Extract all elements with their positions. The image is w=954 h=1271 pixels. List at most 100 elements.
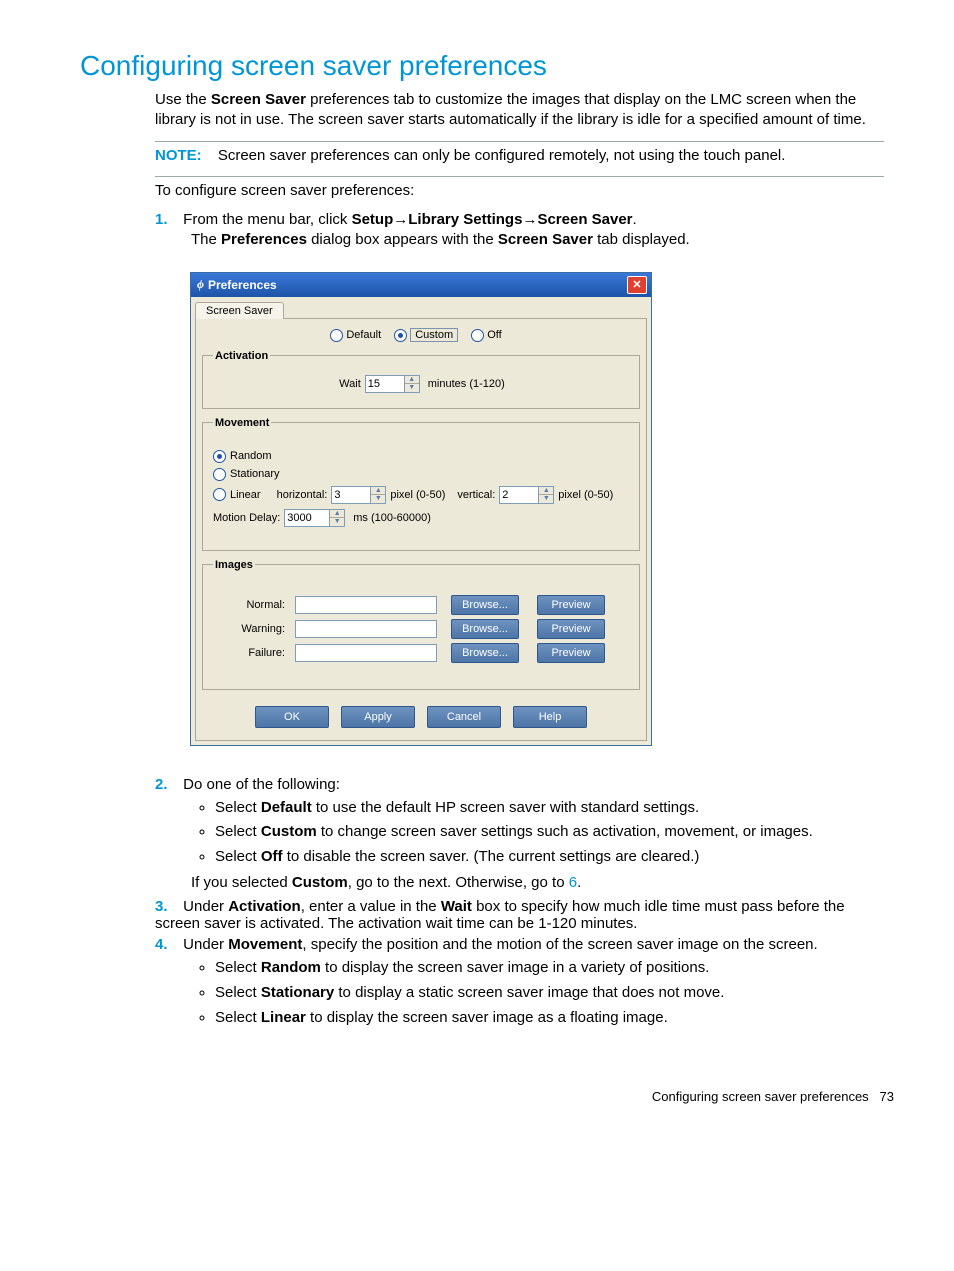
preview-failure-button[interactable]: Preview: [537, 643, 605, 663]
list-item: Select Linear to display the screen save…: [215, 1007, 884, 1029]
step-number: 1.: [155, 211, 179, 228]
preferences-dialog: ϕ Preferences ✕ Screen Saver Default Cus…: [190, 272, 652, 746]
close-icon[interactable]: ✕: [627, 276, 647, 294]
vertical-label: vertical:: [457, 489, 495, 501]
text: to change screen saver settings such as …: [317, 823, 813, 840]
list-item: Select Default to use the default HP scr…: [215, 797, 884, 819]
preview-warning-button[interactable]: Preview: [537, 619, 605, 639]
spin-down-icon[interactable]: ▼: [330, 518, 344, 526]
failure-label: Failure:: [213, 647, 289, 659]
text: The: [191, 231, 221, 248]
spin-down-icon[interactable]: ▼: [371, 495, 385, 503]
text-bold: Preferences: [221, 231, 307, 248]
radio-linear-label[interactable]: Linear: [230, 489, 261, 501]
text-bold: Linear: [261, 1009, 306, 1026]
images-legend: Images: [213, 559, 255, 571]
text-bold: Activation: [228, 898, 301, 915]
footer-section: Configuring screen saver preferences: [652, 1089, 869, 1104]
text: tab displayed.: [593, 231, 690, 248]
radio-random[interactable]: [213, 450, 226, 463]
vertical-spinner[interactable]: ▲▼: [499, 486, 554, 504]
text: Under: [183, 936, 228, 953]
radio-custom[interactable]: [394, 329, 407, 342]
radio-default[interactable]: [330, 329, 343, 342]
list-item: Select Custom to change screen saver set…: [215, 821, 884, 843]
text: From the menu bar, click: [183, 211, 351, 228]
text: dialog box appears with the: [307, 231, 498, 248]
text: to disable the screen saver. (The curren…: [283, 848, 700, 865]
text-bold: Stationary: [261, 984, 334, 1001]
pixel-range-b: pixel (0-50): [558, 489, 613, 501]
text: Do one of the following:: [183, 776, 340, 793]
spin-up-icon[interactable]: ▲: [405, 376, 419, 385]
text: to display a static screen saver image t…: [334, 984, 724, 1001]
text: to display the screen saver image in a v…: [321, 959, 710, 976]
tab-screen-saver[interactable]: Screen Saver: [195, 302, 284, 319]
radio-custom-label[interactable]: Custom: [410, 328, 458, 342]
browse-failure-button[interactable]: Browse...: [451, 643, 519, 663]
text: Select: [215, 823, 261, 840]
help-button[interactable]: Help: [513, 706, 587, 728]
mode-row: Default Custom Off: [202, 325, 640, 350]
spin-up-icon[interactable]: ▲: [371, 487, 385, 496]
dialog-titlebar[interactable]: ϕ Preferences ✕: [191, 273, 651, 297]
footer-page-number: 73: [880, 1089, 894, 1104]
horizontal-spinner[interactable]: ▲▼: [331, 486, 386, 504]
spin-up-icon[interactable]: ▲: [330, 510, 344, 519]
text-bold: Random: [261, 959, 321, 976]
ok-button[interactable]: OK: [255, 706, 329, 728]
wait-input[interactable]: [365, 375, 405, 393]
radio-default-label[interactable]: Default: [346, 329, 381, 341]
dialog-title: Preferences: [208, 278, 277, 292]
text: .: [633, 211, 637, 228]
wait-label: Wait: [339, 378, 361, 390]
wait-spinner[interactable]: ▲▼: [365, 375, 420, 393]
motion-delay-units: ms (100-60000): [353, 512, 431, 524]
text-bold: Screen Saver: [537, 211, 632, 228]
radio-random-label[interactable]: Random: [230, 450, 272, 462]
radio-off[interactable]: [471, 329, 484, 342]
failure-path-input[interactable]: [295, 644, 437, 662]
note-label: NOTE:: [155, 147, 202, 164]
page-footer: Configuring screen saver preferences 73: [60, 1089, 894, 1104]
step-3: 3. Under Activation, enter a value in th…: [155, 898, 884, 932]
wait-units: minutes (1-120): [428, 378, 505, 390]
horizontal-input[interactable]: [331, 486, 371, 504]
activation-legend: Activation: [213, 350, 270, 362]
radio-stationary[interactable]: [213, 468, 226, 481]
app-icon: ϕ: [197, 277, 204, 292]
spin-down-icon[interactable]: ▼: [405, 384, 419, 392]
browse-normal-button[interactable]: Browse...: [451, 595, 519, 615]
arrow-icon: →: [522, 212, 537, 228]
apply-button[interactable]: Apply: [341, 706, 415, 728]
note-block: NOTE: Screen saver preferences can only …: [155, 146, 884, 166]
text-bold: Off: [261, 848, 283, 865]
motion-delay-input[interactable]: [284, 509, 330, 527]
spin-down-icon[interactable]: ▼: [539, 495, 553, 503]
movement-legend: Movement: [213, 417, 271, 429]
text-bold: Custom: [261, 823, 317, 840]
motion-delay-spinner[interactable]: ▲▼: [284, 509, 345, 527]
radio-linear[interactable]: [213, 488, 226, 501]
activation-group: Activation Wait ▲▼ minutes (1-120): [202, 350, 640, 409]
radio-stationary-label[interactable]: Stationary: [230, 468, 280, 480]
preview-normal-button[interactable]: Preview: [537, 595, 605, 615]
step-1: 1. From the menu bar, click Setup→Librar…: [155, 211, 884, 252]
radio-off-label[interactable]: Off: [487, 329, 501, 341]
text: Select: [215, 959, 261, 976]
vertical-input[interactable]: [499, 486, 539, 504]
cancel-button[interactable]: Cancel: [427, 706, 501, 728]
text: to use the default HP screen saver with …: [312, 799, 699, 816]
warning-path-input[interactable]: [295, 620, 437, 638]
step-number: 4.: [155, 936, 179, 953]
normal-path-input[interactable]: [295, 596, 437, 614]
browse-warning-button[interactable]: Browse...: [451, 619, 519, 639]
note-rule-bottom: [155, 176, 884, 177]
step-2-after: If you selected Custom, go to the next. …: [191, 872, 884, 895]
text-bold: Custom: [292, 874, 348, 891]
step-number: 2.: [155, 776, 179, 793]
spin-up-icon[interactable]: ▲: [539, 487, 553, 496]
step-6-link[interactable]: 6: [569, 874, 577, 891]
text-bold: Screen Saver: [211, 91, 306, 108]
text-bold: Movement: [228, 936, 302, 953]
